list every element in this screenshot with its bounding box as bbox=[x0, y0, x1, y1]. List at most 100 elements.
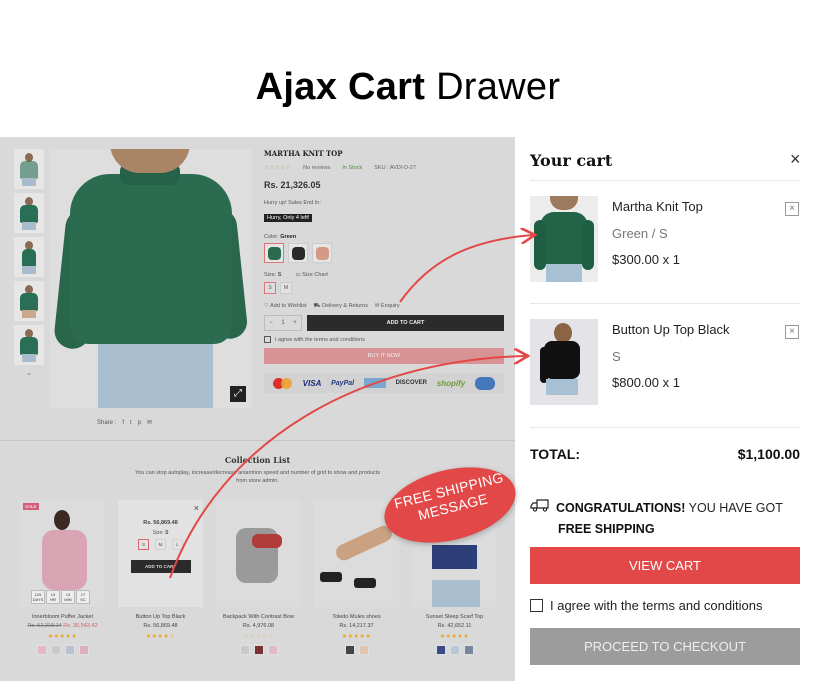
cart-item-name[interactable]: Button Up Top Black bbox=[612, 322, 730, 337]
product-name[interactable]: Button Up Top Black bbox=[118, 614, 203, 621]
qty-minus-button[interactable]: − bbox=[269, 320, 273, 326]
close-icon[interactable]: × bbox=[194, 503, 199, 513]
rating-stars: ★★★★★ bbox=[341, 634, 372, 640]
remove-item-icon[interactable]: × bbox=[785, 202, 799, 216]
delivery-returns-link[interactable]: ⛟ Delivery & Returns bbox=[314, 303, 368, 310]
quick-size-label: Size: S bbox=[152, 530, 169, 536]
store-page-backdrop[interactable]: ⌄ ⤢ Share : f t p ✉ MARTHA KNIT TOP ☆☆☆☆… bbox=[0, 137, 515, 681]
product-price: Rs. 4,976.08 bbox=[242, 623, 275, 629]
buy-it-now-button[interactable]: BUY IT NOW bbox=[264, 348, 504, 364]
quick-add-panel: Rs. 56,869.48 Size: S S M L ADD TO CART bbox=[118, 500, 203, 607]
reviews-count[interactable]: No reviews bbox=[303, 165, 330, 171]
product-name[interactable]: Backpack With Contrast Bow bbox=[216, 614, 301, 621]
cart-item-price: $300.00 x 1 bbox=[612, 252, 680, 267]
product-swatches bbox=[412, 645, 497, 655]
maestro-icon bbox=[475, 376, 496, 390]
email-icon[interactable]: ✉ bbox=[147, 419, 152, 426]
fullscreen-icon[interactable]: ⤢ bbox=[230, 386, 246, 402]
product-image[interactable] bbox=[216, 500, 301, 607]
terms-checkbox[interactable] bbox=[530, 599, 543, 612]
qty-plus-button[interactable]: + bbox=[293, 320, 297, 326]
color-swatch-green[interactable] bbox=[264, 243, 284, 263]
product-title: MARTHA KNIT TOP bbox=[264, 149, 343, 158]
cart-item-name[interactable]: Martha Knit Top bbox=[612, 199, 703, 214]
rating-stars: ☆☆☆☆☆ bbox=[243, 634, 274, 640]
product-main-image[interactable]: ⤢ bbox=[50, 149, 252, 408]
thumbnails-more-icon[interactable]: ⌄ bbox=[14, 369, 44, 377]
add-to-cart-button[interactable]: ADD TO CART bbox=[307, 315, 504, 331]
total-value: $1,100.00 bbox=[737, 446, 800, 462]
swatch[interactable] bbox=[239, 645, 250, 655]
swatch[interactable] bbox=[267, 645, 278, 655]
thumbnail[interactable] bbox=[14, 237, 44, 277]
paypal-icon: PayPal bbox=[331, 379, 355, 387]
banner-title-light: Drawer bbox=[436, 66, 561, 108]
quantity-stepper[interactable]: − 1 + bbox=[264, 315, 302, 331]
swatch[interactable] bbox=[358, 645, 369, 655]
remove-item-icon[interactable]: × bbox=[785, 325, 799, 339]
add-to-wishlist-link[interactable]: ♡ Add to Wishlist bbox=[264, 303, 307, 310]
terms-label: I agree with the terms and conditions bbox=[275, 336, 365, 343]
swatch[interactable] bbox=[78, 645, 89, 655]
collection-title: Collection List bbox=[224, 455, 291, 465]
quick-size-l[interactable]: L bbox=[172, 539, 183, 550]
drawer-title: Your cart bbox=[530, 151, 613, 170]
product-card[interactable]: SALE 129 DAYS 13 HR 13 MIN 17 SC Innerbloom … bbox=[20, 500, 105, 655]
stock-badge: Hurry, Only 4 left! bbox=[264, 214, 313, 222]
view-cart-button[interactable]: VIEW CART bbox=[530, 547, 800, 584]
product-image[interactable]: Rs. 56,869.48 Size: S S M L ADD TO CART … bbox=[118, 500, 203, 607]
size-chart-link[interactable]: ▭ Size Chart bbox=[295, 272, 327, 278]
product-name[interactable]: Innerbloom Puffer Jacket bbox=[20, 614, 105, 621]
product-image[interactable]: SALE 129 DAYS 13 HR 13 MIN 17 SC bbox=[20, 500, 105, 607]
proceed-to-checkout-button[interactable]: PROCEED TO CHECKOUT bbox=[530, 628, 800, 665]
divider bbox=[530, 427, 800, 428]
amex-icon bbox=[363, 378, 386, 388]
facebook-icon[interactable]: f bbox=[122, 420, 124, 426]
product-swatches bbox=[314, 645, 399, 655]
swatch[interactable] bbox=[253, 645, 264, 655]
product-price: Rs. 21,326.05 bbox=[264, 180, 321, 190]
sku: SKU : AVDI-D-27 bbox=[374, 165, 417, 171]
swatch[interactable] bbox=[463, 645, 474, 655]
product-card[interactable]: Backpack With Contrast Bow Rs. 4,976.08 … bbox=[216, 500, 301, 655]
product-card[interactable]: Rs. 56,869.48 Size: S S M L ADD TO CART … bbox=[118, 500, 203, 655]
shopify-icon: shopify bbox=[436, 378, 466, 388]
quick-size-s[interactable]: S bbox=[138, 539, 149, 550]
size-label: Size: S bbox=[264, 272, 282, 278]
size-option-s[interactable]: S bbox=[264, 282, 276, 294]
thumbnail[interactable] bbox=[14, 149, 44, 189]
product-info: MARTHA KNIT TOP ☆☆☆☆☆ No reviews In Stoc… bbox=[264, 149, 504, 393]
twitter-icon[interactable]: t bbox=[130, 420, 132, 426]
size-option-m[interactable]: M bbox=[280, 282, 292, 294]
collection-subtitle: You can stop autoplay, increase/decrease… bbox=[135, 470, 380, 484]
cart-item-variant: S bbox=[612, 349, 621, 364]
enquiry-link[interactable]: ✉ Enquiry bbox=[375, 303, 400, 310]
product-price: Rs. 42,652.11 bbox=[437, 623, 472, 629]
banner-title-bold: Ajax Cart bbox=[255, 66, 426, 108]
swatch[interactable] bbox=[435, 645, 446, 655]
quick-add-to-cart-button[interactable]: ADD TO CART bbox=[130, 560, 191, 573]
thumbnail[interactable] bbox=[14, 281, 44, 321]
countdown-timer: 129 DAYS 13 HR 13 MIN 17 SC bbox=[31, 590, 90, 604]
swatch[interactable] bbox=[36, 645, 47, 655]
product-name[interactable]: Sunset Sleep Scarf Top bbox=[412, 614, 497, 621]
swatch[interactable] bbox=[449, 645, 460, 655]
color-swatch-black[interactable] bbox=[288, 243, 308, 263]
pinterest-icon[interactable]: p bbox=[138, 420, 141, 426]
divider bbox=[530, 303, 800, 304]
swatch[interactable] bbox=[344, 645, 355, 655]
rating-stars: ☆☆☆☆☆ bbox=[264, 165, 292, 171]
thumbnail[interactable] bbox=[14, 193, 44, 233]
terms-checkbox[interactable] bbox=[264, 336, 271, 343]
qty-value[interactable]: 1 bbox=[281, 320, 284, 326]
swatch[interactable] bbox=[50, 645, 61, 655]
cart-item-image[interactable] bbox=[530, 196, 598, 282]
cart-item-image[interactable] bbox=[530, 319, 598, 405]
product-name[interactable]: Toledo Mules shoes bbox=[314, 614, 399, 621]
close-icon[interactable]: × bbox=[790, 150, 801, 168]
swatch[interactable] bbox=[64, 645, 75, 655]
rating-stars: ★★★★★ bbox=[47, 634, 78, 640]
quick-size-m[interactable]: M bbox=[155, 539, 166, 550]
color-swatch-pink[interactable] bbox=[312, 243, 332, 263]
thumbnail[interactable] bbox=[14, 325, 44, 365]
